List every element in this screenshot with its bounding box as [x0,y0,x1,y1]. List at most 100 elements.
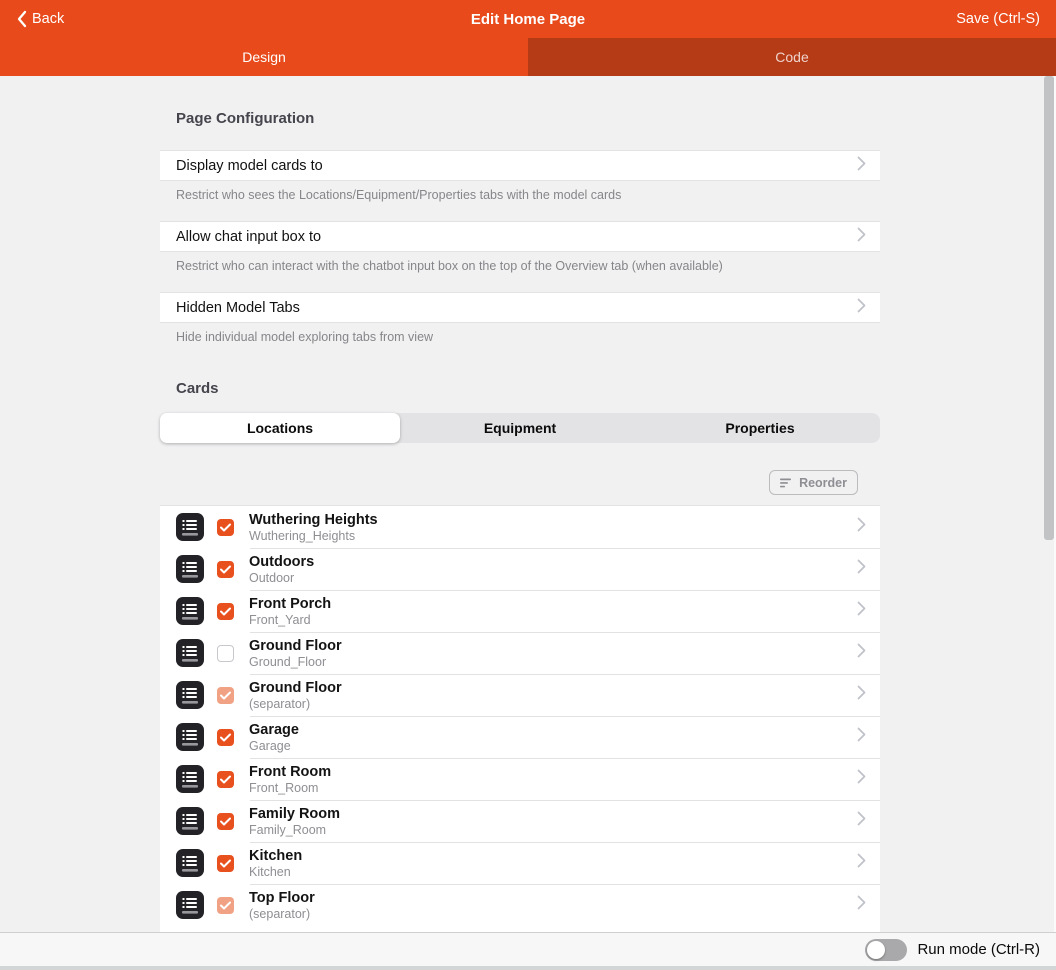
row-checkbox[interactable] [217,729,234,746]
page-title: Edit Home Page [0,11,1056,28]
chevron-right-icon [857,517,866,537]
chevron-left-icon [16,10,27,28]
chevron-right-icon [857,559,866,579]
cards-segmented-control: Locations Equipment Properties [160,413,880,443]
run-mode-label: Run mode (Ctrl-R) [917,941,1040,958]
row-title: Ground Floor [249,638,857,654]
row-subtitle: Garage [249,739,857,753]
run-mode-toggle[interactable] [865,939,907,961]
row-checkbox[interactable] [217,687,234,704]
list-item-icon [176,639,204,667]
chevron-right-icon [857,727,866,747]
back-button[interactable]: Back [16,10,64,28]
row-checkbox[interactable] [217,519,234,536]
config-row-hidden-model-tabs[interactable]: Hidden Model Tabs [160,292,880,323]
segment-properties[interactable]: Properties [640,413,880,443]
config-row-label: Hidden Model Tabs [176,300,300,316]
page-content: Page Configuration Display model cards t… [0,76,1056,932]
row-text: Ground Floor Ground_Floor [249,638,857,669]
row-subtitle: Family_Room [249,823,857,837]
row-title: Wuthering Heights [249,512,857,528]
row-subtitle: Front_Yard [249,613,857,627]
list-item-icon [176,723,204,751]
row-text: Wuthering Heights Wuthering_Heights [249,512,857,543]
row-subtitle: Outdoor [249,571,857,585]
config-hint: Hide individual model exploring tabs fro… [160,330,880,345]
list-item-icon [176,765,204,793]
chevron-right-icon [857,895,866,915]
row-title: Top Floor [249,890,857,906]
scrollbar-thumb[interactable] [1044,76,1054,540]
tab-design[interactable]: Design [0,38,528,76]
location-cards-list: Wuthering Heights Wuthering_Heights Outd… [160,505,880,932]
card-list-row[interactable]: Kitchen Kitchen [160,842,880,884]
row-subtitle: Front_Room [249,781,857,795]
section-title-cards: Cards [160,380,880,398]
chevron-right-icon [857,227,866,246]
list-item-icon [176,849,204,877]
config-hint: Restrict who can interact with the chatb… [160,259,880,274]
row-subtitle: Ground_Floor [249,655,857,669]
bottom-toolbar: Run mode (Ctrl-R) [0,932,1056,966]
row-text: Ground Floor (separator) [249,680,857,711]
toggle-knob [867,941,885,959]
row-checkbox[interactable] [217,603,234,620]
card-list-row[interactable]: Family Room Family_Room [160,800,880,842]
row-title: Family Room [249,806,857,822]
list-item-icon [176,513,204,541]
row-checkbox[interactable] [217,813,234,830]
row-title: Ground Floor [249,680,857,696]
config-row-allow-chat-input[interactable]: Allow chat input box to [160,221,880,252]
row-text: Front Porch Front_Yard [249,596,857,627]
list-item-icon [176,891,204,919]
row-text: Outdoors Outdoor [249,554,857,585]
reorder-button[interactable]: Reorder [769,470,858,495]
row-text: Kitchen Kitchen [249,848,857,879]
card-list-row[interactable]: Front Room Front_Room [160,758,880,800]
save-button[interactable]: Save (Ctrl-S) [956,11,1040,27]
section-title-page-configuration: Page Configuration [160,110,880,128]
row-title: Garage [249,722,857,738]
row-checkbox[interactable] [217,771,234,788]
row-subtitle: (separator) [249,907,857,921]
row-subtitle: (separator) [249,697,857,711]
chevron-right-icon [857,643,866,663]
list-item-icon [176,597,204,625]
row-title: Outdoors [249,554,857,570]
config-row-label: Allow chat input box to [176,229,321,245]
row-text: Garage Garage [249,722,857,753]
navbar: Back Edit Home Page Save (Ctrl-S) [0,0,1056,38]
segment-equipment[interactable]: Equipment [400,413,640,443]
card-list-row[interactable]: Ground Floor (separator) [160,674,880,716]
segment-locations[interactable]: Locations [160,413,400,443]
card-list-row[interactable]: Front Porch Front_Yard [160,590,880,632]
card-list-row[interactable]: Wuthering Heights Wuthering_Heights [160,506,880,548]
reorder-label: Reorder [799,476,847,490]
row-title: Front Room [249,764,857,780]
sort-icon [780,478,793,488]
card-list-row[interactable]: Garage Garage [160,716,880,758]
window-bottom-strip [0,966,1056,970]
list-item-icon [176,807,204,835]
chevron-right-icon [857,811,866,831]
config-hint: Restrict who sees the Locations/Equipmen… [160,188,880,203]
config-row-label: Display model cards to [176,158,323,174]
back-label: Back [32,11,64,27]
row-subtitle: Wuthering_Heights [249,529,857,543]
row-checkbox[interactable] [217,897,234,914]
chevron-right-icon [857,769,866,789]
chevron-right-icon [857,601,866,621]
card-list-row[interactable]: Top Floor (separator) [160,884,880,926]
list-item-icon [176,555,204,583]
card-list-row[interactable]: Outdoors Outdoor [160,548,880,590]
chevron-right-icon [857,156,866,175]
row-checkbox[interactable] [217,561,234,578]
config-row-display-model-cards[interactable]: Display model cards to [160,150,880,181]
row-checkbox[interactable] [217,855,234,872]
row-checkbox[interactable] [217,645,234,662]
row-text: Front Room Front_Room [249,764,857,795]
chevron-right-icon [857,853,866,873]
tab-code[interactable]: Code [528,38,1056,76]
card-list-row[interactable]: Ground Floor Ground_Floor [160,632,880,674]
row-title: Front Porch [249,596,857,612]
